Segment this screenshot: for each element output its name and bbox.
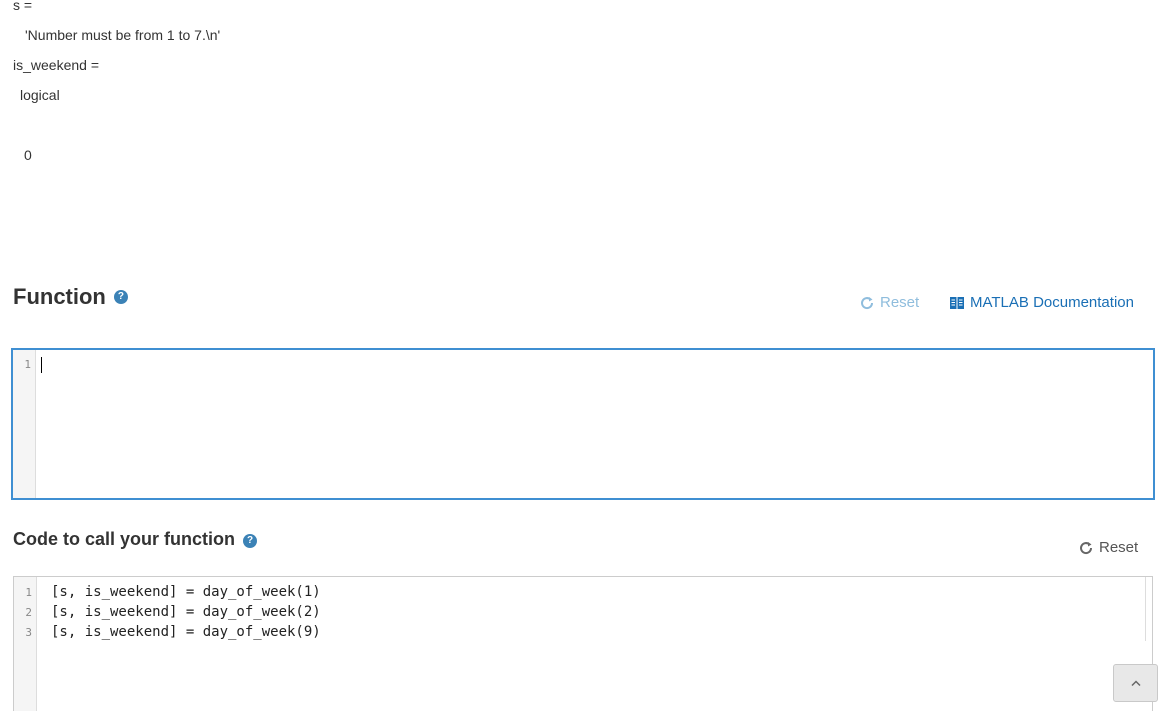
call-section-title: Code to call your function ? — [13, 529, 258, 550]
output-var-is-weekend: is_weekend = — [13, 57, 100, 73]
editor-scrollbar[interactable] — [1145, 577, 1152, 641]
call-title-text: Code to call your function — [13, 529, 236, 549]
page: s = 'Number must be from 1 to 7.\n' is_w… — [0, 0, 1168, 711]
call-editor-gutter: 1 2 3 — [14, 577, 37, 711]
refresh-icon — [1080, 541, 1093, 554]
matlab-documentation-label: MATLAB Documentation — [970, 294, 1134, 311]
function-section-title: Function ? — [13, 284, 128, 310]
call-reset-button[interactable]: Reset — [1078, 539, 1138, 556]
call-code-editor[interactable]: 1 2 3 [s, is_weekend] = day_of_week(1) [… — [13, 576, 1153, 711]
line-number: 2 — [25, 606, 32, 619]
line-number: 1 — [24, 358, 31, 371]
question-circle-icon[interactable]: ? — [113, 290, 128, 304]
function-title-text: Function — [13, 284, 106, 309]
output-type-logical: logical — [20, 87, 60, 103]
function-reset-button[interactable]: Reset — [859, 294, 919, 311]
code-line: [s, is_weekend] = day_of_week(2) — [51, 604, 321, 620]
book-icon — [950, 296, 964, 309]
call-reset-label: Reset — [1099, 539, 1139, 556]
question-circle-icon[interactable]: ? — [243, 534, 258, 548]
line-number: 1 — [25, 586, 32, 599]
function-reset-label: Reset — [880, 294, 920, 311]
function-code-editor[interactable]: 1 — [11, 348, 1155, 500]
chevron-up-icon — [1130, 680, 1141, 687]
text-cursor — [41, 357, 42, 373]
output-value-s: 'Number must be from 1 to 7.\n' — [25, 27, 221, 43]
matlab-documentation-link[interactable]: MATLAB Documentation — [949, 294, 1134, 311]
back-to-top-button[interactable] — [1113, 664, 1158, 702]
function-editor-gutter: 1 — [13, 350, 36, 498]
line-number: 3 — [25, 626, 32, 639]
refresh-icon — [861, 296, 874, 309]
code-line: [s, is_weekend] = day_of_week(9) — [51, 624, 321, 640]
code-line: [s, is_weekend] = day_of_week(1) — [51, 584, 321, 600]
output-value-is-weekend: 0 — [24, 147, 32, 163]
output-var-s: s = — [13, 0, 33, 13]
